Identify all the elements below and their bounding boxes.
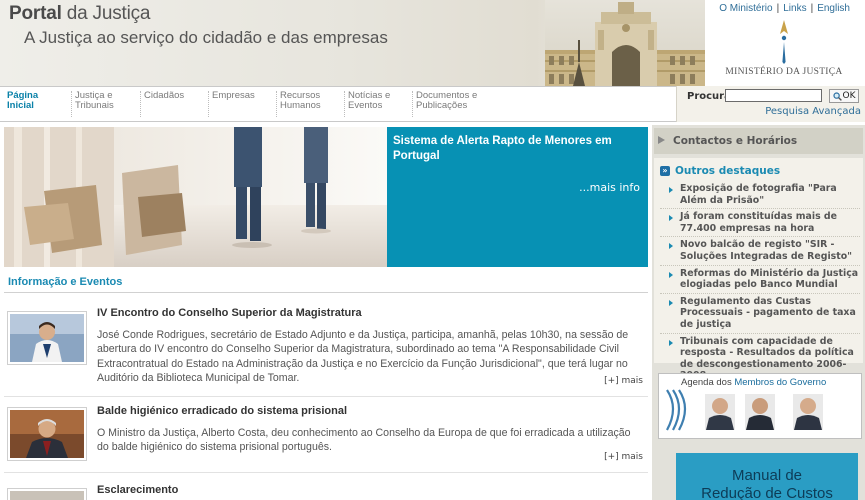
- arrow-right-icon: [658, 136, 665, 144]
- news-body: José Conde Rodrigues, secretário de Esta…: [97, 329, 629, 384]
- top-links-separator: |: [810, 3, 814, 14]
- manual-banner-line: Redução de Custos: [701, 485, 833, 500]
- double-chevron-icon: »: [660, 166, 670, 176]
- news-title[interactable]: IV Encontro do Conselho Superior da Magi…: [97, 307, 362, 319]
- banner-title[interactable]: Sistema de Alerta Rapto de Menores em Po…: [393, 134, 643, 164]
- highlight-item[interactable]: Exposição de fotografia "Para Além da Pr…: [660, 183, 860, 210]
- manual-banner-line: Manual de: [731, 467, 803, 484]
- nav-item-empresas[interactable]: Empresas: [208, 91, 255, 117]
- news-photo-portrait: [10, 314, 84, 362]
- search-button-label: OK: [842, 91, 856, 101]
- site-title-rest: da Justiça: [61, 3, 151, 24]
- site-title[interactable]: Portal da Justiça: [9, 3, 150, 25]
- nav-item-pagina-inicial[interactable]: Página Inicial: [4, 91, 38, 117]
- advanced-search-link[interactable]: Pesquisa Avançada: [765, 106, 861, 117]
- news-photo: [10, 491, 84, 500]
- site-header: Portal da Justiça A Justiça ao serviço d…: [0, 0, 865, 86]
- news-divider: [4, 472, 648, 473]
- news-more-link[interactable]: [+] mais: [604, 376, 643, 386]
- ministry-logo[interactable]: MINISTÉRIO DA JUSTIÇA: [706, 20, 862, 77]
- header-photo: [545, 0, 705, 86]
- nav-item-documentos-publicacoes[interactable]: Documentos e Publicações: [412, 91, 477, 117]
- nav-label: Empresas: [212, 90, 255, 101]
- nav-label: Tribunais: [75, 100, 114, 111]
- highlights-list: Exposição de fotografia "Para Além da Pr…: [660, 183, 860, 386]
- nav-item-recursos-humanos[interactable]: Recursos Humanos: [276, 91, 321, 117]
- top-link-links[interactable]: Links: [783, 3, 806, 14]
- site-subtitle: A Justiça ao serviço do cidadão e das em…: [24, 28, 388, 47]
- section-divider: [4, 292, 648, 293]
- banner-more-link[interactable]: ...mais info: [579, 181, 640, 194]
- ministry-name: MINISTÉRIO DA JUSTIÇA: [725, 67, 843, 77]
- top-link-ministerio[interactable]: O Ministério: [719, 3, 772, 14]
- nav-label: Eventos: [348, 100, 383, 111]
- nav-label: Humanos: [280, 100, 321, 111]
- site-title-bold: Portal: [9, 3, 62, 24]
- nav-item-justica-tribunais[interactable]: Justiça e Tribunais: [71, 91, 114, 117]
- nav-label: Cidadãos: [144, 90, 185, 101]
- section-title-info-eventos: Informação e Eventos: [8, 276, 123, 288]
- search-box: Procura OK Pesquisa Avançada: [676, 86, 865, 122]
- news-thumbnail[interactable]: [7, 488, 87, 500]
- nav-item-cidadaos[interactable]: Cidadãos: [140, 91, 184, 117]
- cost-reduction-manual-banner[interactable]: Manual de Redução de Custos: [676, 453, 858, 500]
- search-button[interactable]: OK: [829, 89, 859, 103]
- news-thumbnail[interactable]: [7, 407, 87, 461]
- highlight-item[interactable]: Reformas do Ministério da Justiça elogia…: [660, 268, 860, 294]
- news-body: O Ministro da Justiça, Alberto Costa, de…: [97, 427, 631, 454]
- search-input[interactable]: [725, 89, 822, 102]
- feature-banner[interactable]: Sistema de Alerta Rapto de Menores em Po…: [4, 127, 648, 267]
- nav-label: Inicial: [7, 100, 34, 111]
- news-more-link[interactable]: [+] mais: [604, 452, 643, 462]
- nav-item-noticias-eventos[interactable]: Notícias e Eventos: [344, 91, 390, 117]
- contacts-hours-link[interactable]: Contactos e Horários: [654, 128, 863, 154]
- top-links: O Ministério | Links | English: [719, 3, 850, 14]
- news-title[interactable]: Esclarecimento: [97, 484, 178, 496]
- agenda-government-banner[interactable]: Agenda dos Membros do Governo: [658, 373, 862, 439]
- highlight-item[interactable]: Já foram constituídas mais de 77.400 emp…: [660, 211, 860, 238]
- top-link-english[interactable]: English: [817, 3, 850, 14]
- top-links-separator: |: [776, 3, 780, 14]
- highlight-item[interactable]: Novo balcão de registo "SIR - Soluções I…: [660, 239, 860, 266]
- highlight-item[interactable]: Regulamento das Custas Processuais - pag…: [660, 296, 860, 334]
- magnifier-icon: [832, 91, 842, 101]
- news-photo-portrait: [10, 410, 84, 458]
- news-title[interactable]: Balde higiénico erradicado do sistema pr…: [97, 405, 347, 417]
- other-highlights: » Outros destaques Exposição de fotograf…: [654, 158, 863, 381]
- agenda-graphic: [666, 389, 823, 431]
- nav-label: Publicações: [416, 100, 468, 111]
- highlights-title: Outros destaques: [675, 165, 781, 177]
- contacts-label: Contactos e Horários: [673, 135, 798, 147]
- news-divider: [4, 396, 648, 397]
- banner-text-panel: Sistema de Alerta Rapto de Menores em Po…: [387, 127, 648, 267]
- news-thumbnail[interactable]: [7, 311, 87, 365]
- ministry-emblem-icon: [780, 20, 788, 64]
- banner-photo: [4, 127, 387, 267]
- right-sidebar: Contactos e Horários » Outros destaques …: [652, 125, 865, 500]
